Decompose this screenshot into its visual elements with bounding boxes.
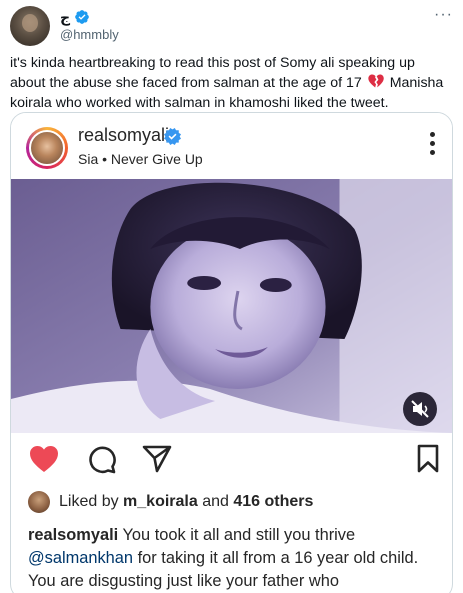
instagram-post-header: realsomyali Sia • Never Give Up: [11, 113, 452, 179]
heart-filled-icon[interactable]: [29, 445, 59, 473]
share-icon[interactable]: [142, 445, 172, 473]
instagram-username[interactable]: realsomyali: [78, 125, 169, 146]
comment-icon[interactable]: [87, 445, 116, 474]
instagram-audio-subtitle[interactable]: Sia • Never Give Up: [78, 151, 203, 167]
bookmark-icon[interactable]: [417, 444, 439, 474]
author-display-name[interactable]: ج: [60, 9, 70, 26]
instagram-verified-icon: [164, 128, 181, 145]
more-horizontal-icon[interactable]: ···: [434, 6, 453, 24]
verified-badge-icon: [75, 10, 89, 24]
liked-by-prefix: Liked by: [59, 493, 119, 510]
instagram-caption: realsomyali You took it all and still yo…: [28, 524, 443, 593]
caption-username[interactable]: realsomyali: [28, 526, 118, 544]
author-avatar[interactable]: [10, 6, 50, 46]
instagram-action-bar: [11, 433, 452, 489]
caption-text-part1: You took it all and still you thrive: [122, 526, 356, 544]
broken-heart-icon: [368, 74, 384, 88]
instagram-avatar-ring[interactable]: [26, 127, 68, 169]
caption-mention[interactable]: @salmankhan: [28, 549, 133, 567]
liked-by-row[interactable]: Liked by m_koirala and 416 others: [28, 489, 448, 519]
tweet-header: ج @hmmbly ···: [10, 6, 453, 46]
liked-by-avatar[interactable]: [28, 491, 50, 513]
author-handle[interactable]: @hmmbly: [60, 27, 119, 42]
tweet-media-image[interactable]: realsomyali Sia • Never Give Up Liked by…: [10, 112, 453, 593]
tweet-text-part1: it's kinda heartbreaking to read this po…: [10, 55, 415, 91]
mute-button[interactable]: [403, 392, 437, 426]
tweet-text: it's kinda heartbreaking to read this po…: [10, 53, 453, 113]
liked-by-and: and: [202, 493, 229, 510]
liked-by-count[interactable]: 416 others: [233, 493, 313, 510]
liked-by-text: Liked by m_koirala and 416 others: [59, 493, 313, 511]
more-vertical-icon[interactable]: [430, 132, 436, 156]
instagram-post-photo[interactable]: [11, 179, 452, 433]
mute-icon: [411, 400, 429, 418]
instagram-avatar: [29, 130, 65, 166]
liked-by-user[interactable]: m_koirala: [123, 493, 198, 510]
